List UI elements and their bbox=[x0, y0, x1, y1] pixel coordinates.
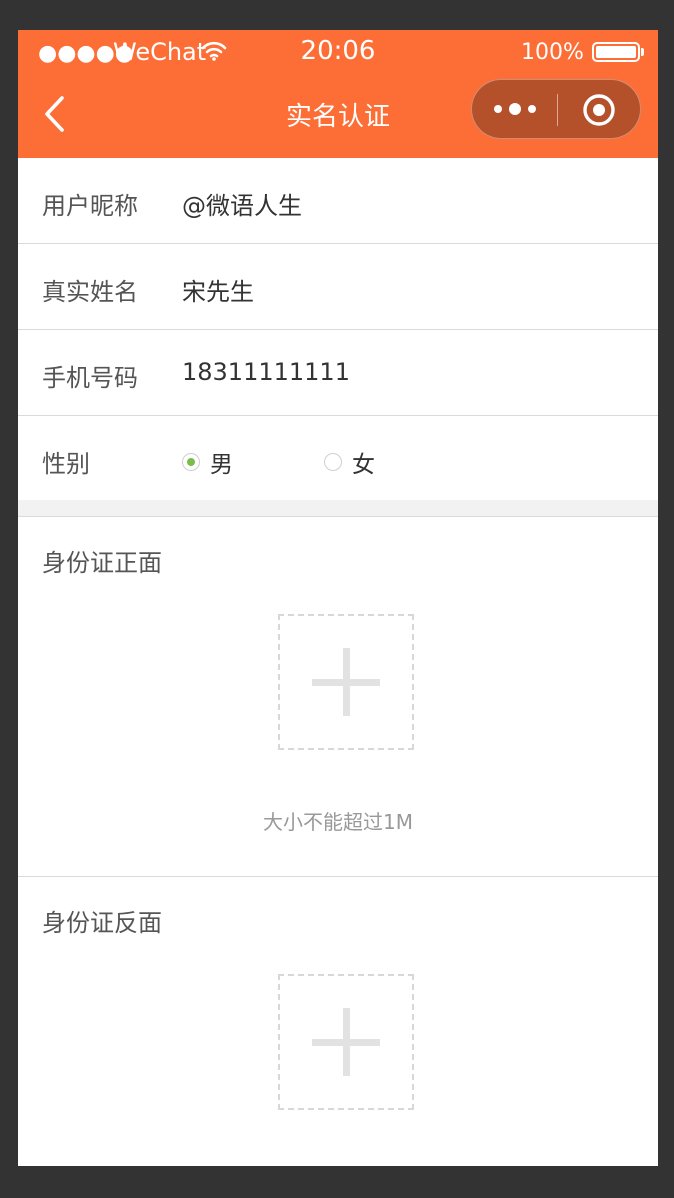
real-name-field[interactable]: 宋先生 bbox=[182, 272, 254, 307]
status-bar: ●●●●● WeChat 20:06 100% bbox=[18, 30, 658, 74]
gender-female-label: 女 bbox=[352, 452, 375, 478]
radio-checked-icon bbox=[182, 453, 200, 471]
radio-unchecked-icon bbox=[324, 453, 342, 471]
id-front-title: 身份证正面 bbox=[42, 549, 162, 577]
nickname-value: @微语人生 bbox=[182, 192, 302, 220]
phone-label: 手机号码 bbox=[42, 364, 138, 392]
battery-tip bbox=[641, 48, 644, 56]
mini-program-capsule bbox=[471, 79, 641, 139]
real-name-label: 真实姓名 bbox=[42, 278, 138, 306]
plus-icon-vertical bbox=[343, 648, 350, 716]
real-name-row: 真实姓名 宋先生 bbox=[18, 244, 658, 330]
battery-percent: 100% bbox=[521, 40, 584, 65]
gender-male-radio[interactable]: 男 bbox=[182, 445, 233, 479]
gender-female-radio[interactable]: 女 bbox=[324, 445, 375, 479]
battery-icon bbox=[592, 42, 640, 62]
id-back-section: 身份证反面 bbox=[18, 877, 658, 1166]
gender-male-label: 男 bbox=[210, 452, 233, 478]
more-dots-icon bbox=[494, 103, 536, 115]
nickname-row: 用户昵称 @微语人生 bbox=[18, 158, 658, 244]
more-button[interactable] bbox=[492, 98, 538, 120]
section-gap bbox=[18, 500, 658, 517]
nickname-label: 用户昵称 bbox=[42, 192, 138, 220]
upload-size-hint: 大小不能超过1M bbox=[263, 810, 413, 834]
nav-header: ●●●●● WeChat 20:06 100% 实名认证 bbox=[18, 30, 658, 158]
id-front-section: 身份证正面 大小不能超过1M bbox=[18, 517, 658, 876]
gender-row: 性别 男 女 bbox=[18, 416, 658, 500]
id-back-title: 身份证反面 bbox=[42, 909, 162, 937]
phone-screen: ●●●●● WeChat 20:06 100% 实名认证 用户昵称 @微语人生 … bbox=[18, 30, 658, 1166]
id-front-upload-button[interactable] bbox=[278, 614, 414, 750]
phone-row: 手机号码 18311111111 bbox=[18, 330, 658, 416]
id-back-upload-button[interactable] bbox=[278, 974, 414, 1110]
gender-label: 性别 bbox=[42, 450, 90, 478]
plus-icon-vertical bbox=[343, 1008, 350, 1076]
phone-field[interactable]: 18311111111 bbox=[182, 358, 350, 386]
target-close-icon bbox=[583, 94, 615, 126]
close-button[interactable] bbox=[582, 93, 616, 127]
capsule-divider bbox=[557, 94, 558, 126]
